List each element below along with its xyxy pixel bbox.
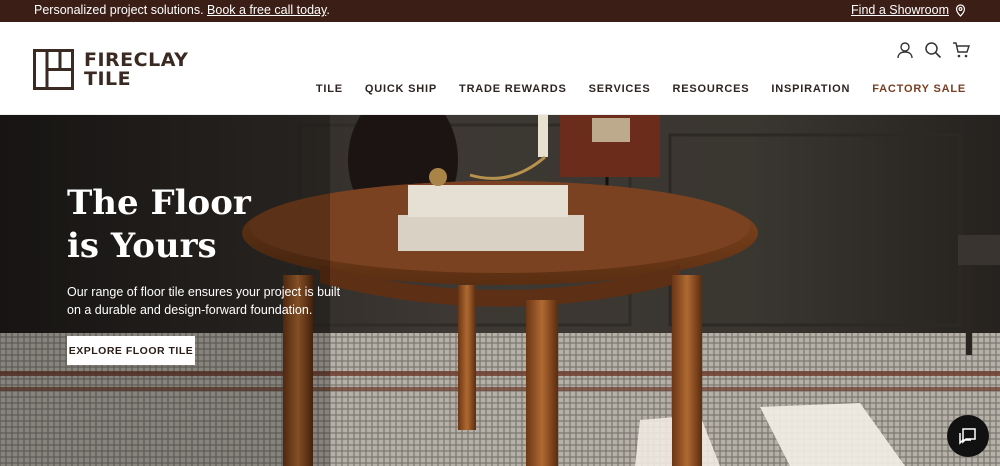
logo-line-1: FIRECLAY	[84, 48, 189, 71]
logo-line-2: TILE	[84, 67, 132, 90]
nav-item-resources[interactable]: RESOURCES	[672, 83, 749, 95]
search-icon[interactable]	[924, 41, 942, 59]
explore-floor-tile-button[interactable]: EXPLORE FLOOR TILE	[67, 336, 195, 365]
main-nav: TILE QUICK SHIP TRADE REWARDS SERVICES R…	[316, 83, 966, 95]
nav-item-trade-rewards[interactable]: TRADE REWARDS	[459, 83, 567, 95]
nav-item-quick-ship[interactable]: QUICK SHIP	[365, 83, 437, 95]
hero-description: Our range of floor tile ensures your pro…	[67, 285, 341, 317]
promo-message: Personalized project solutions. Book a f…	[34, 3, 330, 17]
nav-item-inspiration[interactable]: INSPIRATION	[771, 83, 850, 95]
nav-item-tile[interactable]: TILE	[316, 83, 343, 95]
nav-item-factory-sale[interactable]: FACTORY SALE	[872, 83, 966, 95]
promo-period: .	[326, 3, 330, 17]
find-showroom-link[interactable]: Find a Showroom	[851, 3, 949, 17]
account-icon[interactable]	[896, 41, 914, 59]
logo-mark-icon	[33, 49, 74, 90]
cart-icon[interactable]	[952, 41, 970, 59]
promo-bar: Personalized project solutions. Book a f…	[0, 0, 1000, 22]
hero-title: The Floor is Yours	[67, 183, 251, 266]
logo-wordmark: FIRECLAY TILE	[84, 48, 189, 90]
chat-icon	[959, 428, 976, 445]
header-icons	[896, 41, 970, 59]
location-pin-icon	[955, 3, 966, 17]
chat-button[interactable]	[947, 415, 989, 457]
hero-banner: The Floor is Yours Our range of floor ti…	[0, 115, 1000, 466]
book-call-link[interactable]: Book a free call today	[207, 3, 326, 17]
find-showroom[interactable]: Find a Showroom	[851, 3, 966, 17]
site-header: FIRECLAY TILE TILE QUICK SHIP TRADE REWA…	[0, 22, 1000, 115]
logo[interactable]: FIRECLAY TILE	[33, 49, 188, 90]
promo-text: Personalized project solutions.	[34, 3, 204, 17]
nav-item-services[interactable]: SERVICES	[589, 83, 651, 95]
